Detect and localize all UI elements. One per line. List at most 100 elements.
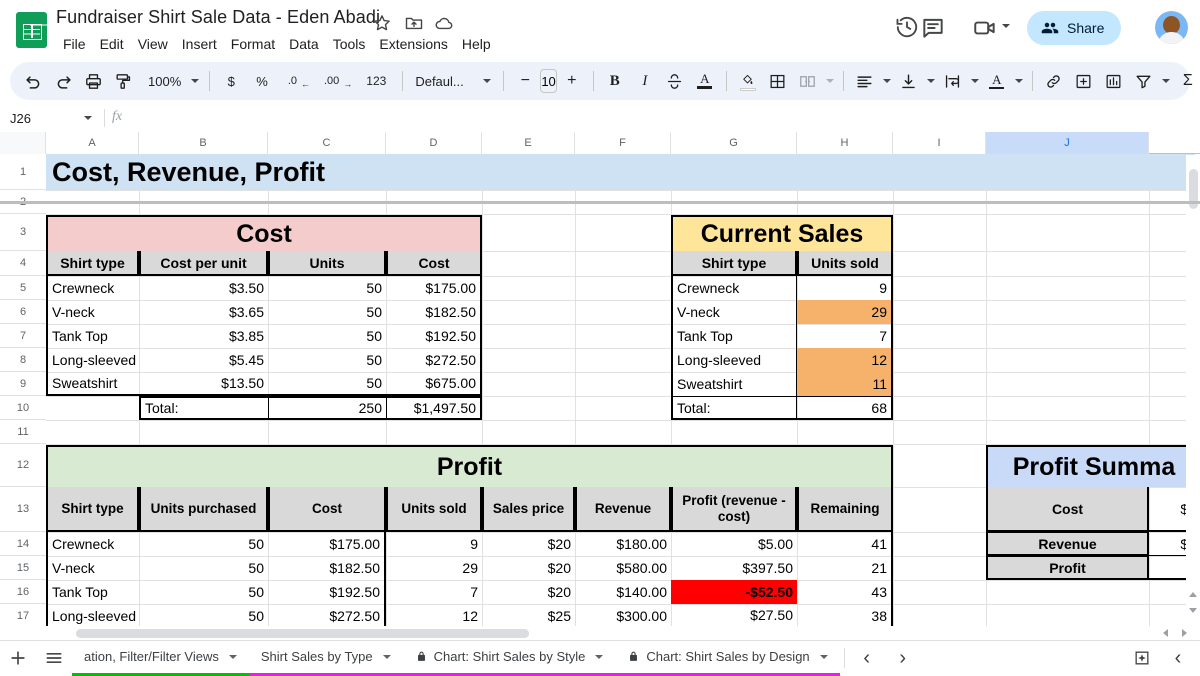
profit-header-cost[interactable]: Cost <box>268 487 386 532</box>
chevron-down-icon[interactable] <box>383 655 391 659</box>
strikethrough-button[interactable] <box>660 66 690 96</box>
wrap-caret-icon[interactable] <box>968 66 982 96</box>
sheet-tab-4[interactable]: Chart: Shirt Sales by Design <box>615 641 839 676</box>
menu-edit[interactable]: Edit <box>93 33 131 55</box>
merge-dropdown-caret-icon[interactable] <box>823 66 837 96</box>
table-cell[interactable]: $20 <box>482 532 575 556</box>
more-formats-button[interactable]: 123 <box>356 66 396 96</box>
column-header-j[interactable]: J <box>986 132 1149 154</box>
column-header-a[interactable]: A <box>46 132 139 154</box>
explore-icon[interactable] <box>1124 641 1160 676</box>
scroll-left-icon[interactable] <box>1160 628 1170 638</box>
table-cell[interactable]: $300.00 <box>575 604 671 628</box>
paint-format-button[interactable] <box>108 66 138 96</box>
valign-caret-icon[interactable] <box>924 66 938 96</box>
table-cell[interactable]: V-neck <box>46 300 139 324</box>
table-cell[interactable]: $3.85 <box>139 324 268 348</box>
table-cell[interactable]: 50 <box>268 348 386 372</box>
insert-link-button[interactable] <box>1039 66 1069 96</box>
column-header-b[interactable]: B <box>139 132 268 154</box>
row-header-5[interactable]: 5 <box>0 276 46 300</box>
row-header-17[interactable]: 17 <box>0 604 46 628</box>
column-header-i[interactable]: I <box>893 132 986 154</box>
table-cell[interactable]: $27.50 <box>671 604 797 628</box>
column-header-d[interactable]: D <box>386 132 482 154</box>
sales-total-value[interactable]: 68 <box>797 396 893 420</box>
summary-label-profit[interactable]: Profit <box>986 556 1149 580</box>
table-cell[interactable]: Crewneck <box>46 276 139 300</box>
meet-call-icon[interactable] <box>972 15 1000 43</box>
menu-insert[interactable]: Insert <box>175 33 224 55</box>
sales-header-shirt-type[interactable]: Shirt type <box>671 251 797 276</box>
table-cell[interactable]: 50 <box>139 532 268 556</box>
table-cell[interactable]: Crewneck <box>671 276 797 300</box>
row-header-10[interactable]: 10 <box>0 396 46 420</box>
vertical-scrollbar[interactable] <box>1186 155 1200 625</box>
column-header-h[interactable]: H <box>797 132 893 154</box>
table-cell-highlighted[interactable]: 11 <box>797 372 893 396</box>
scroll-right-icon[interactable] <box>1180 628 1190 638</box>
name-box[interactable]: J26 <box>0 104 102 132</box>
column-header-f[interactable]: F <box>575 132 671 154</box>
row-header-3[interactable]: 3 <box>0 214 46 251</box>
print-button[interactable] <box>78 66 108 96</box>
cost-header-cost[interactable]: Cost <box>386 251 482 276</box>
cost-total-units[interactable]: 250 <box>268 396 386 420</box>
profit-header-revenue[interactable]: Revenue <box>575 487 671 532</box>
chevron-down-icon[interactable] <box>595 655 603 659</box>
cost-header-units[interactable]: Units <box>268 251 386 276</box>
previous-sheet-button[interactable]: ‹ <box>849 641 885 676</box>
menu-file[interactable]: File <box>56 33 93 55</box>
table-cell[interactable]: V-neck <box>46 556 139 580</box>
table-cell[interactable]: 50 <box>268 300 386 324</box>
sheet-tab-3[interactable]: Chart: Shirt Sales by Style <box>403 641 616 676</box>
table-cell[interactable]: Long-sleeved <box>671 348 797 372</box>
table-cell[interactable]: Long-sleeved <box>46 604 139 628</box>
table-cell[interactable]: $13.50 <box>139 372 268 396</box>
filter-button[interactable] <box>1129 66 1159 96</box>
functions-button[interactable]: Σ <box>1173 66 1200 96</box>
row-header-9[interactable]: 9 <box>0 372 46 396</box>
table-cell[interactable]: $192.50 <box>386 324 482 348</box>
row-header-4[interactable]: 4 <box>0 251 46 276</box>
chevron-down-icon[interactable] <box>820 655 828 659</box>
all-sheets-button[interactable] <box>36 641 72 676</box>
profit-summary-banner[interactable]: Profit Summa <box>986 445 1200 487</box>
table-cell[interactable]: Tank Top <box>46 324 139 348</box>
table-cell[interactable]: Long-sleeved <box>46 348 139 372</box>
table-cell[interactable]: 7 <box>386 580 482 604</box>
table-cell[interactable]: $3.50 <box>139 276 268 300</box>
table-cell[interactable]: Sweatshirt <box>46 372 139 396</box>
document-title[interactable]: Fundraiser Shirt Sale Data - Eden Abadi <box>56 7 380 28</box>
vertical-align-button[interactable] <box>894 66 924 96</box>
table-cell[interactable]: Sweatshirt <box>671 372 797 396</box>
table-cell[interactable]: $140.00 <box>575 580 671 604</box>
add-sheet-button[interactable] <box>0 641 36 676</box>
table-cell[interactable]: $182.50 <box>268 556 386 580</box>
table-cell[interactable]: $5.00 <box>671 532 797 556</box>
table-cell[interactable]: 38 <box>797 604 893 628</box>
profit-table-banner[interactable]: Profit <box>46 445 893 487</box>
insert-chart-button[interactable] <box>1099 66 1129 96</box>
table-cell[interactable]: 29 <box>386 556 482 580</box>
version-history-icon[interactable] <box>894 14 922 42</box>
cost-table-banner[interactable]: Cost <box>46 215 482 251</box>
profit-header-units-purchased[interactable]: Units purchased <box>139 487 268 532</box>
table-cell[interactable]: $175.00 <box>386 276 482 300</box>
table-cell[interactable]: 7 <box>797 324 893 348</box>
next-sheet-button[interactable]: › <box>885 641 921 676</box>
sales-header-units-sold[interactable]: Units sold <box>797 251 893 276</box>
star-icon[interactable] <box>372 13 394 35</box>
zoom-control[interactable]: 100% <box>138 66 203 96</box>
column-header-e[interactable]: E <box>482 132 575 154</box>
menu-format[interactable]: Format <box>224 33 282 55</box>
table-cell[interactable]: $675.00 <box>386 372 482 396</box>
table-cell-highlighted[interactable]: 12 <box>797 348 893 372</box>
cloud-saved-icon[interactable] <box>434 13 456 35</box>
table-cell[interactable]: $397.50 <box>671 556 797 580</box>
table-cell[interactable]: $580.00 <box>575 556 671 580</box>
comment-icon[interactable] <box>920 15 948 43</box>
table-cell[interactable]: $182.50 <box>386 300 482 324</box>
row-header-15[interactable]: 15 <box>0 556 46 580</box>
insert-comment-button[interactable] <box>1069 66 1099 96</box>
